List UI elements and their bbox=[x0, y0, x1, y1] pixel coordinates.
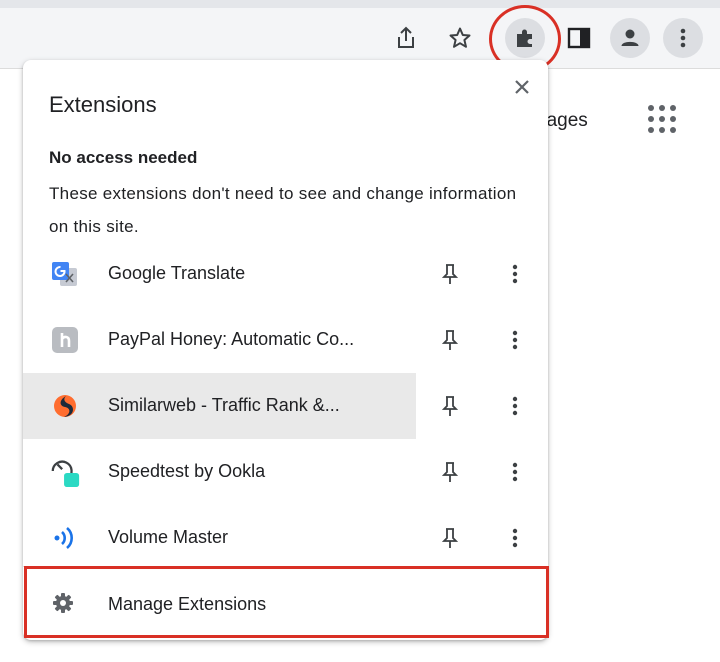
google-translate-icon bbox=[49, 258, 81, 290]
bookmark-star-icon[interactable] bbox=[442, 20, 478, 56]
extension-row-google-translate[interactable]: Google Translate bbox=[23, 241, 548, 307]
extension-name: Speedtest by Ookla bbox=[108, 461, 266, 481]
tab-strip bbox=[0, 0, 720, 8]
browser-toolbar bbox=[0, 0, 720, 73]
extension-row-speedtest[interactable]: Speedtest by Ookla bbox=[23, 439, 548, 505]
share-icon[interactable] bbox=[388, 20, 424, 56]
section-heading: No access needed bbox=[49, 148, 198, 167]
extension-name: Similarweb - Traffic Rank &... bbox=[108, 395, 340, 415]
more-vert-icon[interactable] bbox=[503, 525, 527, 551]
paypal-honey-icon bbox=[49, 324, 81, 356]
menu-title: Extensions bbox=[49, 92, 157, 117]
more-vert-icon[interactable] bbox=[663, 18, 703, 58]
extensions-menu: Extensions No access needed These extens… bbox=[23, 60, 548, 640]
extension-name: Volume Master bbox=[108, 527, 229, 547]
similarweb-icon bbox=[49, 390, 81, 422]
more-vert-icon[interactable] bbox=[503, 393, 527, 419]
profile-icon[interactable] bbox=[610, 18, 650, 58]
more-vert-icon[interactable] bbox=[503, 261, 527, 287]
speedtest-icon bbox=[49, 456, 81, 488]
more-vert-icon[interactable] bbox=[503, 327, 527, 353]
extension-name: Google Translate bbox=[108, 263, 246, 283]
pin-icon[interactable] bbox=[437, 327, 463, 353]
side-panel-icon[interactable] bbox=[561, 20, 597, 56]
extension-row-paypal-honey[interactable]: PayPal Honey: Automatic Co... bbox=[23, 307, 548, 373]
extension-row-volume-master[interactable]: Volume Master bbox=[23, 505, 548, 571]
more-vert-icon[interactable] bbox=[503, 459, 527, 485]
pin-icon[interactable] bbox=[437, 393, 463, 419]
apps-grid-icon[interactable] bbox=[648, 105, 680, 137]
volume-master-icon bbox=[49, 522, 81, 554]
section-description: These extensions don't need to see and c… bbox=[49, 184, 517, 236]
manage-extensions-highlight-box bbox=[24, 566, 549, 638]
pin-icon[interactable] bbox=[437, 261, 463, 287]
pin-icon[interactable] bbox=[437, 525, 463, 551]
extension-row-similarweb[interactable]: Similarweb - Traffic Rank &... bbox=[23, 373, 548, 439]
pin-icon[interactable] bbox=[437, 459, 463, 485]
extension-name: PayPal Honey: Automatic Co... bbox=[108, 329, 355, 349]
close-icon[interactable] bbox=[509, 74, 535, 100]
